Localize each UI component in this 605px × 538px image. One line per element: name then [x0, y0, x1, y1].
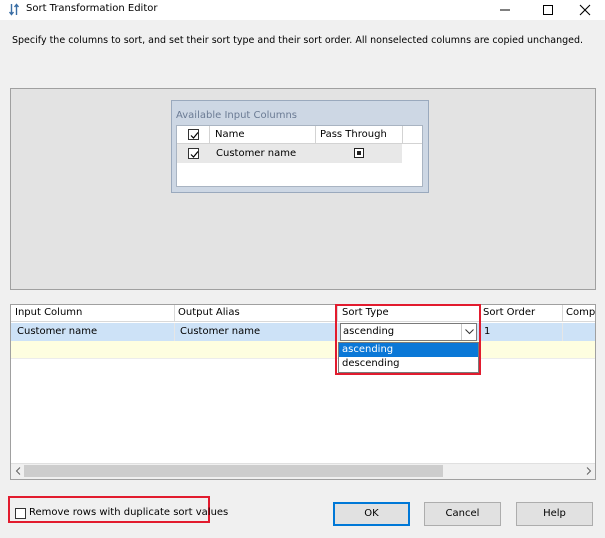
pass-through-checkbox[interactable] [354, 148, 364, 158]
dialog-description: Specify the columns to sort, and set the… [12, 35, 584, 46]
output-alias-cell[interactable]: Customer name [180, 326, 260, 337]
name-column-header[interactable]: Name [215, 129, 245, 140]
pass-through-column-header[interactable]: Pass Through [320, 129, 387, 140]
checkmark-icon [190, 132, 199, 139]
select-all-checkbox[interactable] [188, 129, 199, 140]
header-separator [174, 305, 175, 322]
comparison-flags-header[interactable]: Compa [566, 307, 595, 318]
ok-button[interactable]: OK [333, 502, 410, 526]
sort-type-highlight [335, 304, 481, 375]
column-select-checkbox[interactable] [188, 148, 199, 159]
minimize-button[interactable] [485, 0, 525, 20]
minimize-icon [500, 9, 510, 11]
chevron-left-icon [15, 467, 21, 475]
close-icon [579, 4, 591, 16]
maximize-button[interactable] [528, 0, 568, 20]
sort-order-header[interactable]: Sort Order [483, 307, 535, 318]
scroll-left-button[interactable] [12, 464, 24, 478]
remove-duplicates-checkbox[interactable] [15, 508, 26, 519]
available-columns-title: Available Input Columns [176, 110, 298, 121]
sort-app-icon [8, 3, 20, 16]
available-column-name: Customer name [216, 148, 297, 159]
checkmark-icon [190, 151, 199, 158]
input-column-cell[interactable]: Customer name [17, 326, 97, 337]
help-button[interactable]: Help [516, 502, 593, 526]
scroll-right-button[interactable] [583, 464, 595, 478]
cancel-button[interactable]: Cancel [424, 502, 501, 526]
column-divider [402, 126, 403, 144]
maximize-icon [543, 5, 553, 15]
new-row[interactable] [11, 341, 595, 359]
chevron-right-icon [586, 467, 592, 475]
table-row[interactable] [11, 323, 595, 341]
remove-duplicates-label[interactable]: Remove rows with duplicate sort values [29, 507, 228, 518]
sort-order-cell[interactable]: 1 [484, 326, 490, 337]
window-title: Sort Transformation Editor [26, 3, 158, 14]
header-separator [562, 305, 563, 322]
scrollbar-thumb[interactable] [24, 465, 443, 477]
close-button[interactable] [565, 0, 605, 20]
input-column-header[interactable]: Input Column [15, 307, 82, 318]
output-alias-header[interactable]: Output Alias [178, 307, 240, 318]
